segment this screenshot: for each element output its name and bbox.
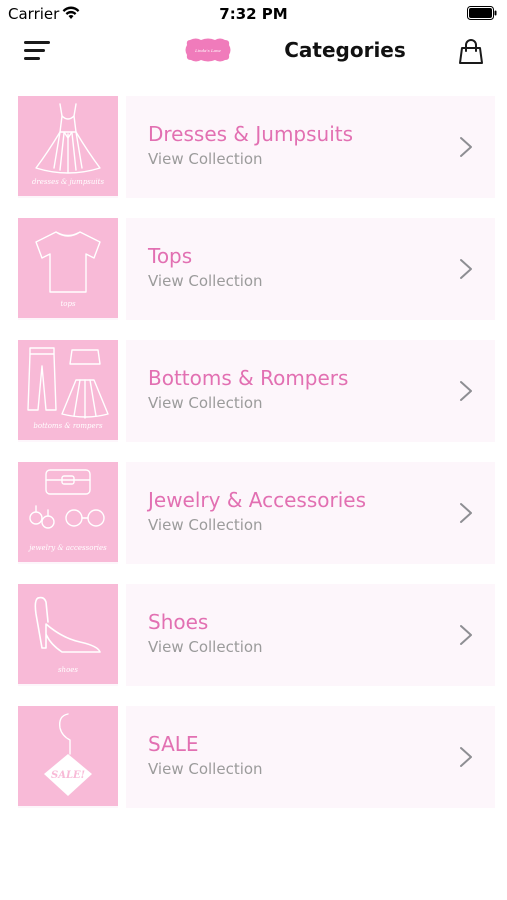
chevron-right-icon (460, 503, 472, 523)
thumbnail-caption: shoes (57, 666, 79, 674)
chevron-right-icon (460, 747, 472, 767)
status-time: 7:32 PM (219, 5, 288, 23)
category-thumbnail: dresses & jumpsuits (18, 96, 118, 196)
category-title: SALE (148, 732, 199, 756)
category-row-dresses-jumpsuits[interactable]: dresses & jumpsuits Dresses & Jumpsuits … (18, 96, 495, 198)
category-subtitle: View Collection (148, 760, 263, 778)
category-row-sale[interactable]: SALE! SALE View Collection (18, 706, 495, 808)
chevron-right-icon (460, 259, 472, 279)
category-title: Bottoms & Rompers (148, 366, 349, 390)
thumbnail-caption: jewelry & accessories (29, 544, 107, 552)
thumbnail-caption: bottoms & rompers (33, 422, 103, 430)
chevron-right-icon (460, 381, 472, 401)
nav-bar: Linda's Lane Categories (0, 28, 507, 74)
category-thumbnail: bottoms & rompers (18, 340, 118, 440)
category-thumbnail: shoes (18, 584, 118, 684)
category-title: Jewelry & Accessories (148, 488, 366, 512)
category-subtitle: View Collection (148, 150, 263, 168)
category-title: Tops (148, 244, 193, 268)
battery-icon (467, 6, 497, 20)
svg-text:SALE!: SALE! (51, 770, 85, 781)
chevron-right-icon (460, 625, 472, 645)
category-title: Shoes (148, 610, 209, 634)
category-row-shoes[interactable]: shoes Shoes View Collection (18, 584, 495, 686)
shopping-bag-icon[interactable] (458, 39, 484, 65)
brand-logo[interactable]: Linda's Lane (184, 36, 232, 64)
category-thumbnail: jewelry & accessories (18, 462, 118, 562)
category-row-jewelry-accessories[interactable]: jewelry & accessories Jewelry & Accessor… (18, 462, 495, 564)
sale-tag-icon: SALE! (44, 713, 92, 796)
svg-text:Linda's Lane: Linda's Lane (194, 48, 221, 53)
hamburger-menu-icon[interactable] (24, 41, 52, 63)
category-row-tops[interactable]: tops Tops View Collection (18, 218, 495, 320)
category-list: dresses & jumpsuits Dresses & Jumpsuits … (18, 96, 495, 828)
status-bar: Carrier 7:32 PM (0, 0, 507, 28)
category-subtitle: View Collection (148, 516, 263, 534)
category-subtitle: View Collection (148, 272, 263, 290)
chevron-right-icon (460, 137, 472, 157)
page-title: Categories (284, 38, 406, 62)
category-title: Dresses & Jumpsuits (148, 122, 354, 146)
thumbnail-caption: dresses & jumpsuits (31, 178, 105, 186)
category-subtitle: View Collection (148, 638, 263, 656)
category-thumbnail: SALE! (18, 706, 118, 806)
thumbnail-caption: tops (60, 300, 76, 308)
category-subtitle: View Collection (148, 394, 263, 412)
category-row-bottoms-rompers[interactable]: bottoms & rompers Bottoms & Rompers View… (18, 340, 495, 442)
category-thumbnail: tops (18, 218, 118, 318)
